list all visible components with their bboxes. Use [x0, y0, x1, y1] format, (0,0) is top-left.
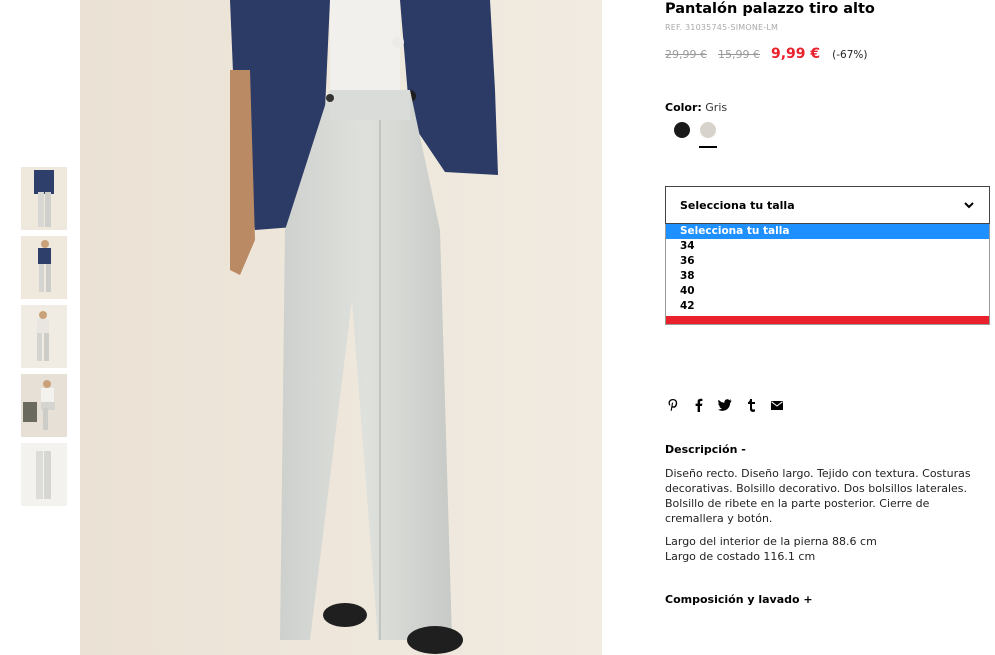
size-dropdown-list: Selecciona tu talla 34 36 38 40 42 [665, 224, 990, 325]
product-info-panel: Pantalón palazzo tiro alto REF. 31035745… [665, 0, 990, 606]
size-option[interactable]: 36 [666, 254, 989, 269]
thumbnail-1[interactable] [21, 167, 67, 230]
price-original: 29,99 € [665, 48, 707, 61]
composition-toggle[interactable]: Composición y lavado + [665, 593, 813, 606]
swatch-grey-underline [699, 146, 717, 148]
size-option[interactable]: 40 [666, 284, 989, 299]
swatch-black-dot [674, 122, 690, 138]
discount-badge: (-67%) [832, 49, 868, 61]
size-option[interactable]: 34 [666, 239, 989, 254]
description-measure-1: Largo del interior de la pierna 88.6 cm [665, 535, 877, 548]
swatch-grey[interactable] [695, 122, 721, 148]
main-product-image [80, 0, 602, 655]
product-page: Pantalón palazzo tiro alto REF. 31035745… [0, 0, 995, 655]
description-toggle[interactable]: Descripción - [665, 443, 746, 456]
thumbnail-3[interactable] [21, 305, 67, 368]
color-swatches [669, 122, 990, 148]
price-row: 29,99 € 15,99 € 9,99 € (-67%) [665, 46, 990, 62]
thumbnail-2[interactable] [21, 236, 67, 299]
size-option[interactable]: Selecciona tu talla [666, 224, 989, 239]
size-option[interactable]: 42 [666, 299, 989, 314]
color-row: Color: Gris [665, 101, 990, 114]
size-select[interactable]: Selecciona tu talla [665, 186, 990, 224]
thumbnail-4[interactable] [21, 374, 67, 437]
share-icons [665, 397, 795, 413]
swatch-black-underline [673, 146, 691, 148]
size-option[interactable]: 38 [666, 269, 989, 284]
color-label: Color: [665, 101, 702, 114]
twitter-icon[interactable] [717, 397, 733, 413]
price-previous: 15,99 € [718, 48, 760, 61]
thumbnail-5[interactable] [21, 443, 67, 506]
email-icon[interactable] [769, 397, 785, 413]
product-title: Pantalón palazzo tiro alto [665, 1, 875, 17]
description-body: Diseño recto. Diseño largo. Tejido con t… [665, 466, 990, 564]
pinterest-icon[interactable] [665, 397, 681, 413]
description-measure-2: Largo de costado 116.1 cm [665, 550, 816, 563]
description-paragraph: Diseño recto. Diseño largo. Tejido con t… [665, 467, 971, 525]
chevron-down-icon [964, 202, 974, 209]
swatch-grey-dot [700, 122, 716, 138]
color-value: Gris [705, 101, 728, 114]
facebook-icon[interactable] [691, 397, 707, 413]
product-ref: REF. 31035745-SIMONE-LM [665, 23, 779, 32]
add-to-bag-bar[interactable] [666, 316, 989, 324]
thumbnail-strip [21, 167, 67, 512]
size-select-value: Selecciona tu talla [680, 198, 795, 212]
price-current: 9,99 € [771, 46, 821, 62]
swatch-black[interactable] [669, 122, 695, 148]
tumblr-icon[interactable] [743, 397, 759, 413]
